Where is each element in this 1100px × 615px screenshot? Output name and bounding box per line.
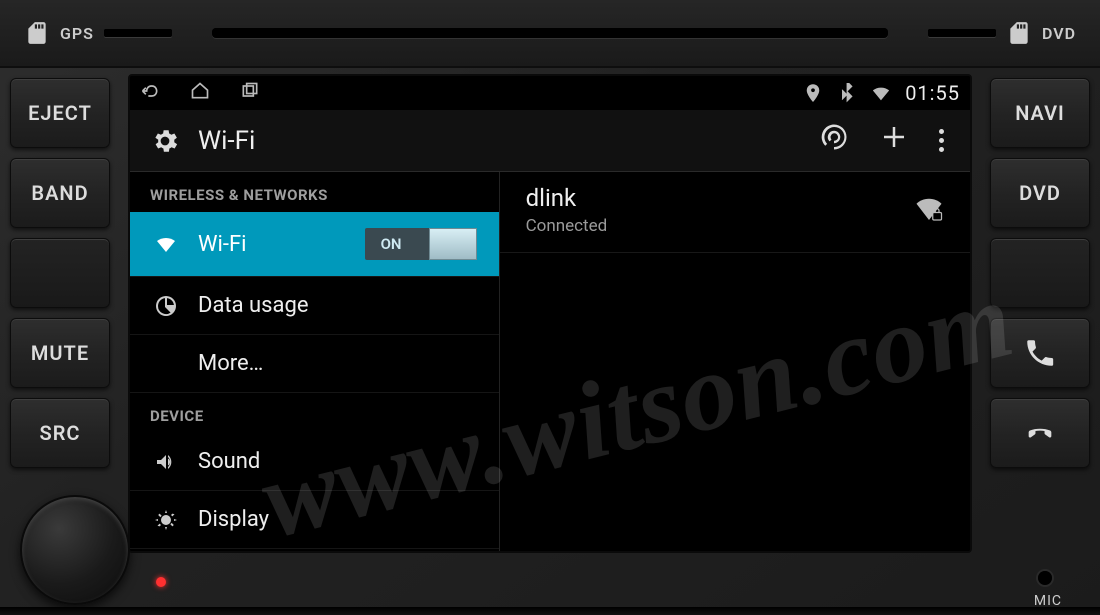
navi-button[interactable]: NAVI <box>990 78 1090 148</box>
wifi-status-icon <box>871 83 891 103</box>
band-button[interactable]: BAND <box>10 158 110 228</box>
phone-answer-button[interactable] <box>990 318 1090 388</box>
head-unit-chassis: GPS DVD EJECT BAND MUTE SRC NAVI DVD VOL… <box>0 0 1100 615</box>
section-wireless-label: WIRELESS & NETWORKS <box>130 172 499 212</box>
sd-gps-slot[interactable]: GPS <box>24 20 172 46</box>
sound-row[interactable]: Sound <box>130 433 499 491</box>
left-button-column: EJECT BAND MUTE SRC <box>0 74 120 472</box>
toggle-knob <box>429 228 477 260</box>
right-button-column: NAVI DVD <box>980 74 1100 472</box>
disc-slot[interactable] <box>212 28 888 38</box>
wps-icon <box>819 122 849 152</box>
wifi-row-label: Wi-Fi <box>198 232 246 257</box>
wifi-toggle-label: ON <box>381 235 402 253</box>
settings-title: Wi-Fi <box>198 126 255 156</box>
overflow-icon <box>939 129 944 152</box>
settings-action-bar: Wi-Fi <box>130 110 970 172</box>
more-label: More… <box>198 351 263 376</box>
data-usage-icon <box>154 294 178 318</box>
wifi-icon <box>154 232 178 256</box>
sd-card-icon <box>24 20 50 46</box>
sd-slot-opening <box>928 29 996 37</box>
display-row[interactable]: Display <box>130 491 499 549</box>
overflow-button[interactable] <box>933 123 950 158</box>
blank-button[interactable] <box>990 238 1090 308</box>
more-row[interactable]: More… <box>130 335 499 393</box>
recents-button[interactable] <box>240 81 260 105</box>
gallery-strip <box>0 607 1100 615</box>
sd-dvd-slot[interactable]: DVD <box>928 20 1076 46</box>
eject-button[interactable]: EJECT <box>10 78 110 148</box>
android-screen: 01:55 Wi-Fi WIRELESS & NETWORKS <box>128 74 972 553</box>
data-usage-label: Data usage <box>198 293 309 318</box>
sound-icon <box>154 450 178 474</box>
dvd-button[interactable]: DVD <box>990 158 1090 228</box>
wifi-toggle[interactable]: ON <box>365 228 477 260</box>
wifi-networks-pane: dlink Connected <box>500 172 970 551</box>
wifi-secure-icon <box>914 195 944 225</box>
section-device-label: DEVICE <box>130 393 499 433</box>
android-system-bar: 01:55 <box>130 76 970 110</box>
sd-slot-opening <box>104 29 172 37</box>
phone-hangup-button[interactable] <box>990 398 1090 468</box>
settings-left-pane: WIRELESS & NETWORKS Wi-Fi ON Data usage … <box>130 172 500 551</box>
wifi-row[interactable]: Wi-Fi ON <box>130 212 499 277</box>
blank-button[interactable] <box>10 238 110 308</box>
power-led <box>156 577 166 587</box>
display-icon <box>154 508 178 532</box>
phone-up-icon <box>1023 336 1057 370</box>
add-network-button[interactable] <box>873 116 915 165</box>
location-icon <box>803 83 823 103</box>
mute-button[interactable]: MUTE <box>10 318 110 388</box>
slot-right-label: DVD <box>1042 24 1076 43</box>
sd-card-icon <box>1006 20 1032 46</box>
phone-down-icon <box>1023 416 1057 450</box>
status-clock: 01:55 <box>905 81 960 105</box>
bluetooth-icon <box>837 83 857 103</box>
microphone <box>1038 571 1052 585</box>
back-button[interactable] <box>140 81 160 105</box>
src-button[interactable]: SRC <box>10 398 110 468</box>
top-bezel: GPS DVD <box>0 0 1100 68</box>
plus-icon <box>879 122 909 152</box>
network-row[interactable]: dlink Connected <box>500 172 970 253</box>
sound-label: Sound <box>198 449 260 474</box>
settings-icon <box>150 126 180 156</box>
home-button[interactable] <box>190 81 210 105</box>
volume-knob[interactable] <box>20 495 130 605</box>
home-icon <box>190 81 210 101</box>
data-usage-row[interactable]: Data usage <box>130 277 499 335</box>
settings-body: WIRELESS & NETWORKS Wi-Fi ON Data usage … <box>130 172 970 551</box>
network-ssid: dlink <box>526 184 894 212</box>
display-label: Display <box>198 507 269 532</box>
back-icon <box>140 81 160 101</box>
wps-button[interactable] <box>813 116 855 165</box>
slot-left-label: GPS <box>60 24 94 43</box>
recents-icon <box>240 81 260 101</box>
network-status: Connected <box>526 216 894 236</box>
